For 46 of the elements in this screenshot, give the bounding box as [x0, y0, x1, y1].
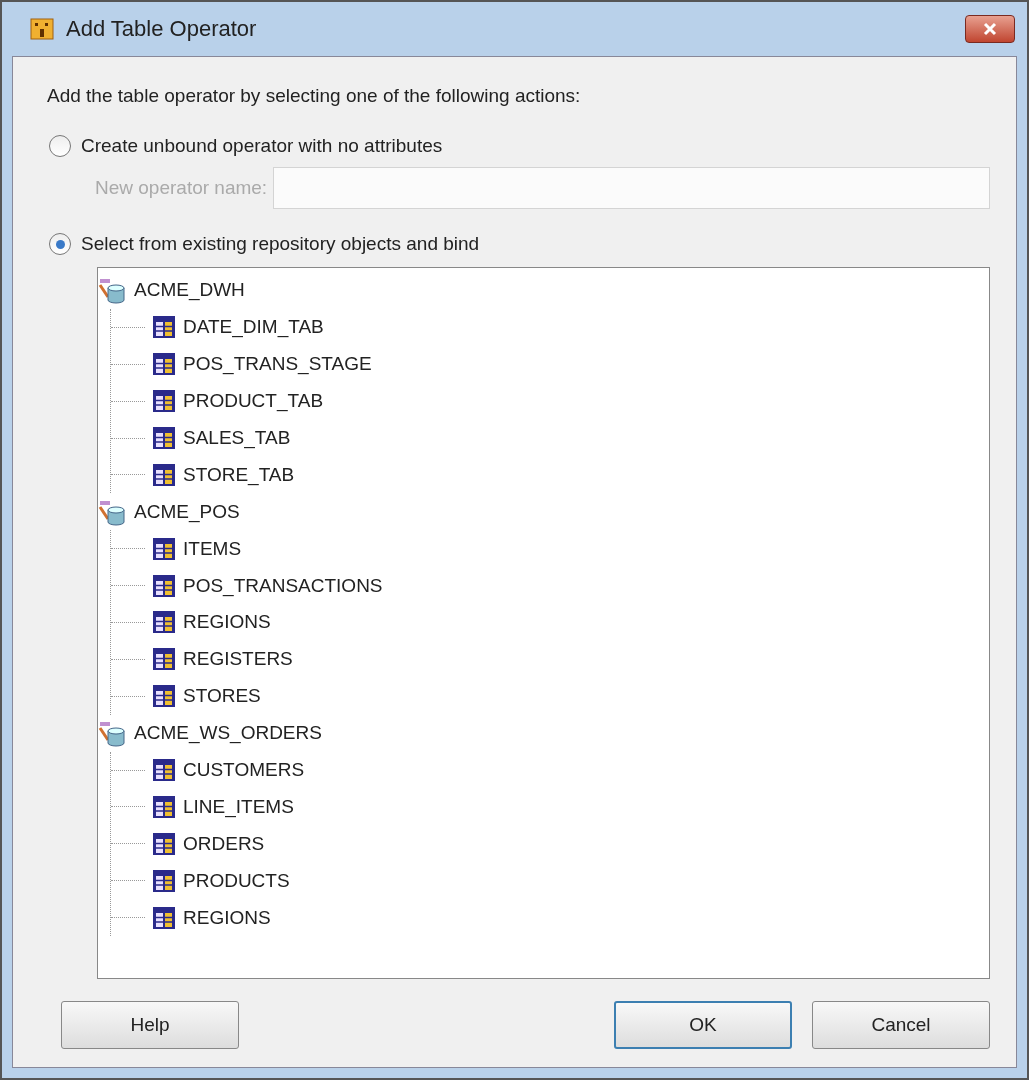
tree-item[interactable]: ACME_POS	[134, 500, 240, 523]
table-icon	[153, 537, 175, 560]
table-icon	[153, 463, 175, 486]
table-icon	[153, 574, 175, 597]
app-icon	[30, 17, 54, 41]
close-icon	[982, 22, 998, 36]
tree-item[interactable]: STORE_TAB	[183, 463, 295, 486]
tree-item[interactable]: POS_TRANS_STAGE	[183, 353, 372, 376]
table-icon	[153, 353, 175, 376]
table-icon	[153, 648, 175, 671]
tree-item[interactable]: ITEMS	[183, 537, 242, 560]
dialog-button[interactable]: Help	[61, 1001, 239, 1049]
tree-item[interactable]: POS_TRANSACTIONS	[183, 574, 383, 597]
table-icon	[153, 869, 175, 892]
tree-item[interactable]: PRODUCT_TAB	[183, 390, 324, 413]
tree-item[interactable]: PRODUCTS	[183, 869, 290, 892]
radio-button[interactable]	[49, 233, 71, 255]
dialog-button[interactable]: Cancel	[812, 1001, 990, 1049]
tree-item[interactable]: SALES_TAB	[183, 427, 291, 449]
tree-item[interactable]: ACME_DWH	[134, 279, 245, 302]
tree-item[interactable]: ACME_WS_ORDERS	[134, 722, 322, 745]
tree-item[interactable]: STORES	[183, 685, 261, 708]
tree-item[interactable]: CUSTOMERS	[183, 759, 305, 781]
table-icon	[153, 316, 175, 339]
table-icon	[153, 795, 175, 818]
tree-item[interactable]: DATE_DIM_TAB	[183, 316, 324, 339]
radio-option[interactable]: Select from existing repository objects and bind	[49, 233, 990, 255]
table-icon	[153, 906, 175, 929]
tree-item[interactable]: REGIONS	[183, 611, 271, 634]
table-icon	[153, 611, 175, 634]
table-icon	[153, 390, 175, 413]
tree-item[interactable]: REGISTERS	[183, 648, 293, 671]
field-label: New operator name:	[95, 177, 268, 199]
table-icon	[153, 685, 175, 708]
close-button[interactable]	[965, 15, 1015, 43]
table-icon	[153, 832, 175, 855]
instruction-text: Add the table operator by selecting one of the following actions:	[47, 85, 582, 107]
table-icon	[153, 427, 175, 449]
dialog-button[interactable]: OK	[614, 1001, 792, 1049]
tree-item[interactable]: REGIONS	[183, 906, 271, 929]
tree-item[interactable]: LINE_ITEMS	[183, 795, 294, 818]
window-title: Add Table Operator	[66, 16, 257, 42]
radio-option[interactable]: Create unbound operator with no attributes	[49, 135, 990, 157]
table-icon	[153, 759, 175, 781]
radio-button[interactable]	[49, 135, 71, 157]
tree-item[interactable]: ORDERS	[183, 832, 265, 855]
